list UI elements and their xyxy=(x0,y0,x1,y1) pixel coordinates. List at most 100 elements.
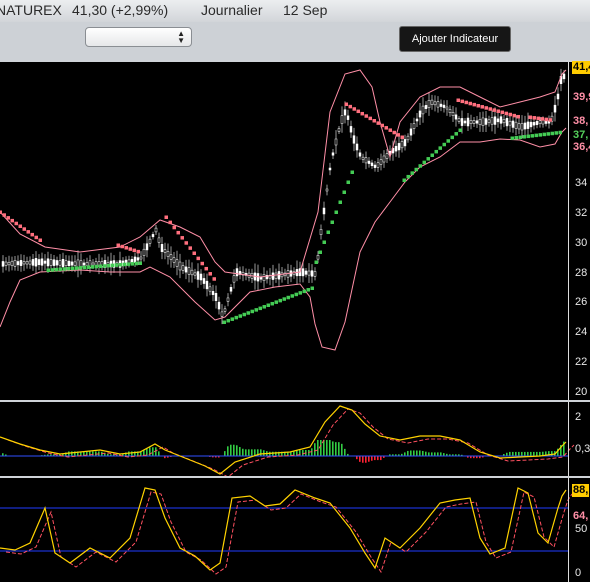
sar-dot xyxy=(460,99,464,104)
sar-dot xyxy=(18,224,22,228)
candle-body xyxy=(58,260,62,266)
candle-body xyxy=(373,164,377,168)
candle-body xyxy=(397,143,401,151)
candle-body xyxy=(178,261,182,271)
macd-histogram-bar xyxy=(518,451,520,456)
macd-histogram-bar xyxy=(416,450,418,456)
candle-body xyxy=(517,123,521,130)
sar-dot xyxy=(472,102,476,107)
candle-body xyxy=(151,234,155,238)
sar-dot xyxy=(504,111,508,116)
macd-histogram-bar xyxy=(344,448,346,456)
price-axis xyxy=(568,62,590,400)
sar-dot xyxy=(338,200,342,204)
sar-dot xyxy=(38,238,42,242)
macd-histogram-bar xyxy=(224,451,226,456)
chart-type-select[interactable]: ▲ ▼ xyxy=(85,27,192,47)
candle-body xyxy=(511,120,515,128)
sar-dot xyxy=(438,146,442,150)
candle-body xyxy=(169,254,173,260)
candle-body xyxy=(421,105,425,115)
candle-body xyxy=(439,103,443,107)
candle-body xyxy=(343,109,347,116)
sar-dot xyxy=(222,320,226,324)
macd-histogram-bar xyxy=(320,440,322,456)
date-label: 12 Sep xyxy=(283,2,328,18)
sar-dot xyxy=(134,261,138,266)
sar-dot xyxy=(50,268,54,272)
sar-dot xyxy=(414,167,418,172)
candle-body xyxy=(316,255,320,260)
sar-tag: 38, xyxy=(573,115,589,127)
candle-body xyxy=(190,269,194,276)
sar-dot xyxy=(330,220,334,224)
candle-body xyxy=(538,120,542,125)
macd-histogram-bar xyxy=(428,452,430,456)
price-tick: 34 xyxy=(575,177,588,189)
last-price-tag: 41,4 xyxy=(572,61,590,74)
sar-dot xyxy=(480,105,484,109)
sar-dot xyxy=(426,157,430,161)
sar-dot xyxy=(342,190,346,194)
sar-dot xyxy=(350,170,354,174)
candle-body xyxy=(526,121,530,129)
sar-dot xyxy=(538,133,542,137)
sar-dot xyxy=(70,266,74,271)
sar-dot xyxy=(98,264,102,269)
sar-dot xyxy=(510,136,514,140)
macd-histogram-bar xyxy=(338,442,340,456)
sar-dot xyxy=(110,263,114,268)
macd-histogram-bar xyxy=(380,456,382,461)
candle-body xyxy=(307,270,311,276)
sar-dot xyxy=(384,126,388,130)
candle-body xyxy=(280,272,284,278)
sar-dot xyxy=(192,251,196,255)
candle-body xyxy=(481,117,485,126)
candle-body xyxy=(235,268,239,277)
candle-body xyxy=(463,120,467,124)
sar-dot xyxy=(548,118,552,122)
candle-body xyxy=(1,261,5,267)
macd-panel[interactable]: 2 0,3 xyxy=(0,402,590,476)
sar-dot xyxy=(518,135,522,140)
bollinger-lower-line xyxy=(0,127,567,351)
candle-body xyxy=(340,115,344,124)
add-indicator-button[interactable]: Ajouter Indicateur xyxy=(399,26,511,52)
candle-body xyxy=(193,272,197,276)
sar-dot xyxy=(334,210,338,214)
sar-dot xyxy=(90,265,94,269)
sar-dot xyxy=(458,128,462,132)
sar-dot xyxy=(508,112,512,117)
candle-body xyxy=(337,128,341,132)
sar-dot xyxy=(406,174,410,179)
candle-body xyxy=(406,135,410,141)
candle-body xyxy=(55,260,59,266)
sar-dot xyxy=(396,133,400,137)
candle-body xyxy=(424,105,428,109)
candle-body xyxy=(7,262,11,266)
sar-dot xyxy=(418,164,422,168)
sar-dot xyxy=(116,243,120,247)
candle-body xyxy=(529,121,533,128)
sar-dot xyxy=(258,306,262,311)
sar-dot xyxy=(298,291,302,295)
candle-body xyxy=(217,301,221,310)
sar-dot xyxy=(530,134,534,138)
candle-body xyxy=(43,260,47,264)
stochastic-panel[interactable]: 88, 64, 50 0 xyxy=(0,478,590,582)
price-chart-panel[interactable]: 34 32 30 28 26 24 22 20 41,4 39,9 38, 37… xyxy=(0,61,590,400)
macd-histogram-bar xyxy=(245,449,247,456)
sar-dot xyxy=(286,295,290,300)
sar-dot xyxy=(118,263,122,267)
sar-dot xyxy=(310,286,314,290)
sar-dot xyxy=(364,114,368,118)
sar-dot xyxy=(344,102,348,106)
sar-dot xyxy=(456,98,460,102)
macd-histogram-bar xyxy=(524,451,526,456)
macd-histogram-bar xyxy=(248,449,250,456)
sar-dot xyxy=(476,103,480,108)
candle-body xyxy=(496,118,500,123)
sar-dot xyxy=(558,130,562,135)
candle-body xyxy=(322,207,326,215)
macd-histogram-bar xyxy=(551,451,553,456)
